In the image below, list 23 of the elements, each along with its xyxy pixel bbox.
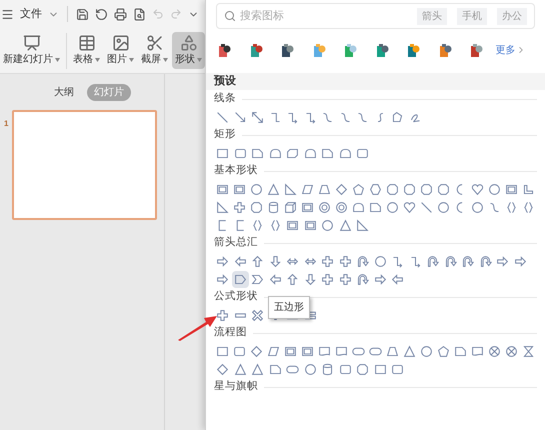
- preset-header: 预设: [206, 73, 545, 90]
- ribbon-label: 形状: [175, 52, 195, 67]
- more-link[interactable]: 更多: [496, 42, 526, 58]
- file-menu[interactable]: 文件: [20, 6, 42, 22]
- ribbon-label: 表格: [73, 52, 93, 67]
- tooltip: 五边形: [268, 296, 310, 319]
- pane-tab[interactable]: 大纲: [47, 84, 81, 101]
- section-title: 流程图: [214, 325, 247, 340]
- slide-number: 1: [4, 118, 8, 130]
- ribbon-button[interactable]: 形状: [172, 32, 205, 69]
- section-title: 星与旗帜: [214, 379, 258, 394]
- ribbon-label: 图片: [107, 52, 127, 67]
- ribbon-label: 新建幻灯片: [3, 52, 53, 67]
- section-title: 基本形状: [214, 163, 258, 178]
- section-title: 矩形: [214, 127, 236, 142]
- section-title: 箭头总汇: [214, 235, 258, 250]
- section-title: 线条: [214, 91, 236, 106]
- ribbon-button[interactable]: 截屏: [138, 32, 171, 69]
- ribbon-button[interactable]: 表格: [70, 32, 103, 69]
- ribbon-button[interactable]: 新建幻灯片: [0, 32, 63, 69]
- ribbon-button[interactable]: 图片: [104, 32, 137, 69]
- ribbon-label: 截屏: [141, 52, 161, 67]
- section-title: 公式形状: [214, 289, 258, 304]
